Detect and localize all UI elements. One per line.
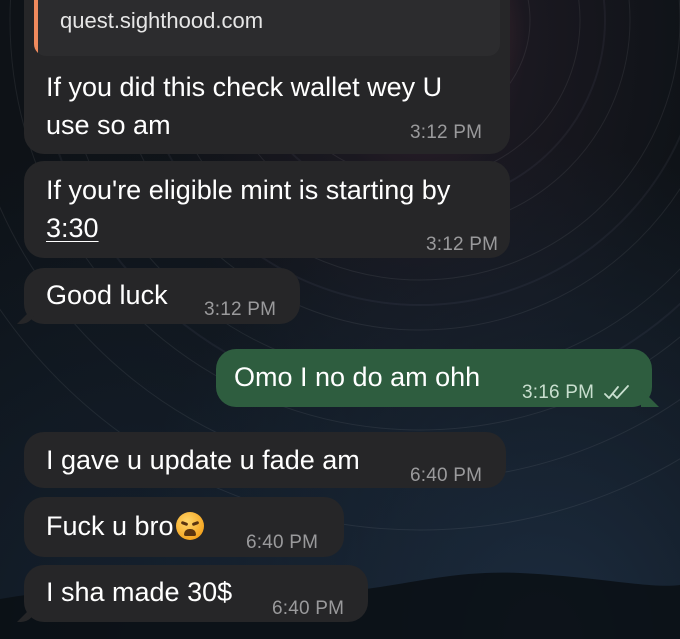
- message-bubble[interactable]: Good luck 3:12 PM: [17, 268, 300, 324]
- message-time: 6:40 PM: [410, 465, 483, 486]
- message-time: 3:12 PM: [204, 299, 277, 320]
- message-time-wrap: 3:16 PM: [522, 375, 630, 411]
- message-bubble-outgoing[interactable]: Omo I no do am ohh 3:16 PM: [216, 349, 659, 407]
- message-time: 3:12 PM: [426, 234, 499, 255]
- message-bubble[interactable]: I gave u update u fade am 6:40 PM: [24, 432, 506, 488]
- message-bubble[interactable]: Fuck u bro 6:40 PM: [24, 497, 344, 557]
- message-text: Good luck: [46, 280, 168, 310]
- message-time: 6:40 PM: [272, 598, 345, 619]
- message-text: I gave u update u fade am: [46, 445, 360, 475]
- reply-accent-bar: [34, 0, 38, 56]
- message-time: 3:16 PM: [522, 382, 595, 403]
- message-bubble[interactable]: I sha made 30$ 6:40 PM: [17, 565, 368, 622]
- message-text: Omo I no do am ohh: [234, 362, 481, 392]
- message-time: 6:40 PM: [246, 532, 319, 553]
- message-text: If you're eligible mint is starting by: [46, 175, 451, 205]
- message-bubble[interactable]: If you're eligible mint is starting by 3…: [24, 161, 510, 258]
- message-text: I sha made 30$: [46, 577, 233, 607]
- time-link[interactable]: 3:30: [46, 213, 99, 243]
- reply-preview-link[interactable]: quest.sighthood.com: [60, 8, 263, 34]
- reply-preview-card[interactable]: quest.sighthood.com: [34, 0, 500, 56]
- double-check-read-icon: [603, 385, 629, 399]
- message-time: 3:12 PM: [410, 122, 483, 143]
- message-text: Fuck u bro: [46, 511, 174, 541]
- weary-face-icon: [175, 512, 204, 540]
